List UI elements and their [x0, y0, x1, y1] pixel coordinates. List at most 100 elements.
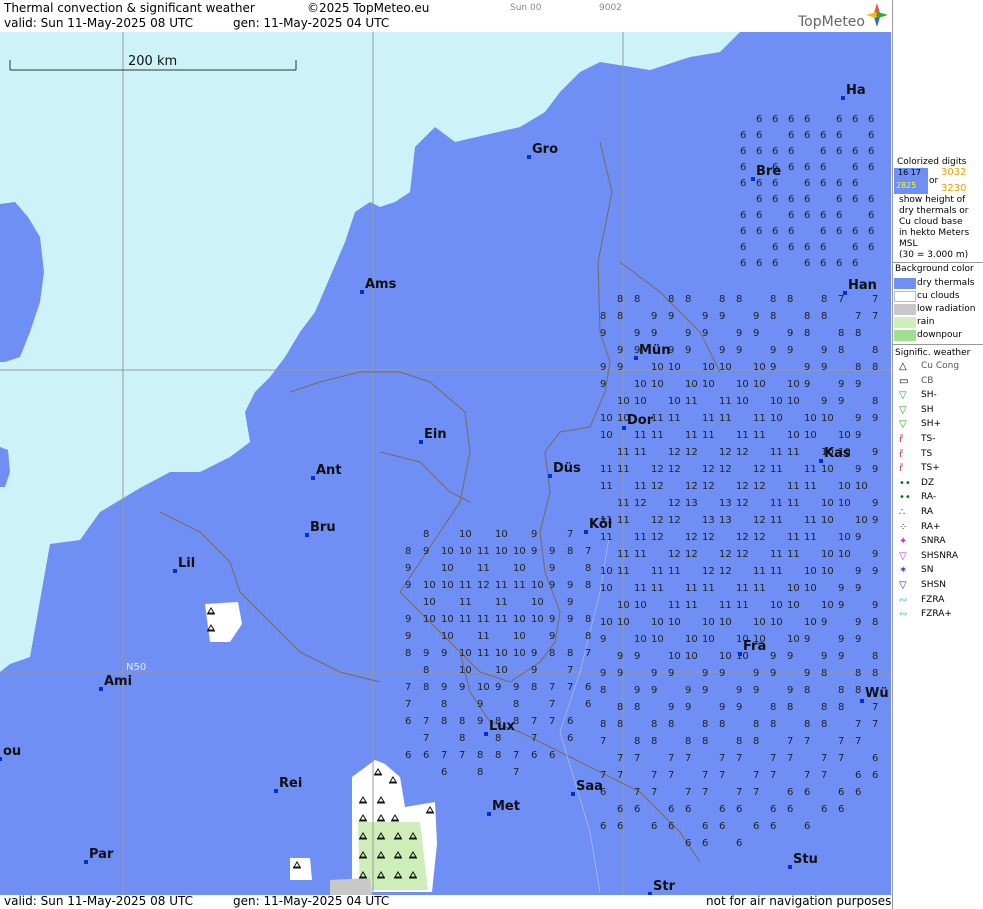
- thermal-digit: 9: [423, 546, 429, 557]
- thermal-digit: 6: [804, 114, 810, 125]
- thermal-digit: 12: [685, 481, 698, 492]
- sig-item-label: RA-: [921, 492, 937, 503]
- thermal-digit: 10: [702, 362, 715, 373]
- desc-line-2: dry thermals or: [899, 206, 969, 216]
- thermal-digit: 11: [477, 563, 490, 574]
- thermal-digit: 12: [719, 464, 732, 475]
- thermal-digit: 12: [753, 481, 766, 492]
- thermal-digit: 7: [821, 770, 827, 781]
- thermal-digit: 9: [753, 685, 759, 696]
- thermal-digit: 8: [585, 563, 591, 574]
- thermal-digit: 11: [668, 413, 681, 424]
- thermal-digit: 6: [788, 114, 794, 125]
- thermal-digit: 9: [855, 430, 861, 441]
- thermal-digit: 12: [685, 447, 698, 458]
- thermal-digit: 10: [804, 583, 817, 594]
- thermal-digit: 11: [770, 566, 783, 577]
- thermal-digit: 6: [836, 210, 842, 221]
- thermal-digit: 8: [495, 750, 501, 761]
- thermal-digit: 11: [668, 566, 681, 577]
- thermal-digit: 10: [804, 413, 817, 424]
- thermal-digit: 6: [855, 770, 861, 781]
- thermal-digit: 9: [855, 583, 861, 594]
- thermal-digit: 11: [477, 631, 490, 642]
- thermal-digit: 7: [855, 311, 861, 322]
- thermal-digit: 9: [753, 328, 759, 339]
- thermal-digit: 7: [634, 787, 640, 798]
- city-label: Ant: [316, 463, 342, 478]
- thermal-digit: 9: [736, 702, 742, 713]
- thermal-digit: 10: [702, 617, 715, 628]
- thermal-digit: 11: [634, 430, 647, 441]
- thermal-digit: 9: [804, 634, 810, 645]
- thermal-digit: 6: [804, 178, 810, 189]
- thermal-digit: 6: [405, 750, 411, 761]
- thermal-digit: 6: [740, 210, 746, 221]
- city-label: Lux: [489, 719, 516, 734]
- thunderstorm-icon: ř: [899, 448, 904, 460]
- thermal-digit: 12: [685, 532, 698, 543]
- thermal-digit: 10: [685, 379, 698, 390]
- thermal-digit: 9: [405, 563, 411, 574]
- city-marker: [788, 865, 792, 869]
- city-label: Met: [492, 799, 520, 814]
- thermal-digit: 6: [804, 787, 810, 798]
- swatch-dry-thermals: [894, 278, 916, 289]
- thermal-digit: 11: [495, 614, 508, 625]
- thermal-digit: 8: [423, 682, 429, 693]
- city-label: Par: [89, 847, 114, 862]
- thermal-digit: 6: [820, 258, 826, 269]
- thermal-digit: 6: [770, 821, 776, 832]
- thermal-digit: 6: [836, 258, 842, 269]
- thermal-digit: 8: [770, 311, 776, 322]
- thermal-digit: 6: [423, 750, 429, 761]
- thermal-digit: 10: [838, 532, 851, 543]
- thermal-digit: 10: [719, 362, 732, 373]
- thermal-digit: 6: [740, 178, 746, 189]
- thermal-digit: 10: [651, 362, 664, 373]
- sig-item-label: SH+: [921, 419, 942, 430]
- thermal-digit: 11: [736, 600, 749, 611]
- thermal-digit: 8: [617, 311, 623, 322]
- thermal-digit: 6: [740, 258, 746, 269]
- thermal-digit: 7: [702, 787, 708, 798]
- thermal-digit: 8: [600, 685, 606, 696]
- thermal-digit: 9: [634, 328, 640, 339]
- thermal-digit: 8: [668, 719, 674, 730]
- thermal-digit: 6: [868, 162, 874, 173]
- thermal-digit: 9: [719, 311, 725, 322]
- thermal-digit: 11: [736, 430, 749, 441]
- thermal-digit: 6: [836, 130, 842, 141]
- scale-label: 200 km: [128, 54, 177, 69]
- weather-map[interactable]: 200 km N50 88888888877889999988877999999…: [0, 32, 891, 895]
- thermal-digit: 7: [855, 719, 861, 730]
- thermal-digit: 10: [531, 580, 544, 591]
- thermal-digit: 6: [804, 242, 810, 253]
- thermal-digit: 6: [804, 258, 810, 269]
- thermal-digit: 7: [651, 770, 657, 781]
- footer-gen: gen: 11-May-2025 04 UTC: [233, 894, 390, 908]
- thermal-digit: 10: [787, 430, 800, 441]
- thermal-digit: 9: [838, 396, 844, 407]
- thermal-digit: 11: [477, 546, 490, 557]
- thermal-digit: 7: [567, 529, 573, 540]
- thermal-digit: 12: [651, 532, 664, 543]
- thermal-digit: 8: [753, 719, 759, 730]
- thermal-digit: 9: [838, 651, 844, 662]
- rain-light-icon: ••: [899, 492, 911, 504]
- thermal-digit: 6: [756, 178, 762, 189]
- thermal-digit: 6: [787, 804, 793, 815]
- city-marker: [274, 789, 278, 793]
- thermal-digit: 9: [617, 345, 623, 356]
- thermal-digit: 6: [740, 226, 746, 237]
- thermal-digit: 8: [441, 716, 447, 727]
- thermal-digit: 10: [821, 413, 834, 424]
- thermal-digit: 6: [852, 226, 858, 237]
- shower-snow-rain-icon: ▽: [899, 550, 907, 562]
- thermal-digit: 11: [617, 498, 630, 509]
- thermal-digit: 9: [770, 345, 776, 356]
- thermal-digit: 6: [852, 258, 858, 269]
- thermal-digit: 9: [668, 702, 674, 713]
- sig-item-label: FZRA+: [921, 609, 952, 620]
- thermal-digit: 6: [634, 804, 640, 815]
